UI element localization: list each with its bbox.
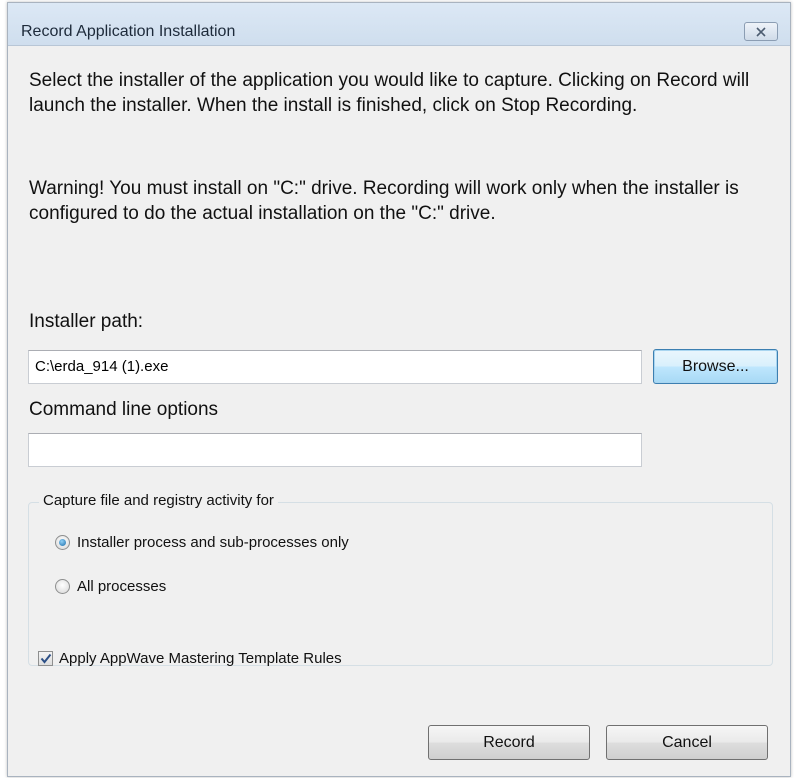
template-rules-checkbox[interactable] — [38, 651, 53, 666]
radio-label-installer-process: Installer process and sub-processes only — [77, 534, 349, 551]
template-rules-label: Apply AppWave Mastering Template Rules — [59, 650, 342, 667]
capture-group-legend: Capture file and registry activity for — [39, 492, 278, 509]
radio-button-unselected[interactable] — [55, 579, 70, 594]
command-line-label: Command line options — [29, 399, 219, 420]
command-line-input[interactable] — [28, 433, 642, 467]
warning-text: Warning! You must install on "C:" drive.… — [29, 178, 739, 224]
checkmark-icon — [40, 653, 51, 664]
instructions-text: Select the installer of the application … — [29, 70, 750, 116]
title-bar[interactable]: Record Application Installation — [8, 3, 790, 46]
radio-all-processes[interactable]: All processes — [55, 578, 166, 595]
browse-button[interactable]: Browse... — [653, 349, 778, 384]
close-button[interactable] — [744, 22, 778, 41]
radio-installer-process-only[interactable]: Installer process and sub-processes only — [55, 534, 349, 551]
cancel-button[interactable]: Cancel — [606, 725, 768, 760]
installer-path-input[interactable]: C:\erda_914 (1).exe — [28, 350, 642, 384]
radio-dot-icon — [59, 539, 66, 546]
window-title: Record Application Installation — [21, 23, 236, 40]
dialog-body: Select the installer of the application … — [8, 45, 790, 776]
radio-button-selected[interactable] — [55, 535, 70, 550]
record-installation-dialog: Record Application Installation Select t… — [7, 2, 791, 777]
template-rules-checkbox-row[interactable]: Apply AppWave Mastering Template Rules — [38, 650, 342, 667]
record-button[interactable]: Record — [428, 725, 590, 760]
installer-path-label: Installer path: — [29, 311, 144, 332]
radio-label-all-processes: All processes — [77, 578, 167, 595]
close-icon — [756, 26, 766, 37]
capture-activity-group: Capture file and registry activity for I… — [28, 492, 773, 666]
